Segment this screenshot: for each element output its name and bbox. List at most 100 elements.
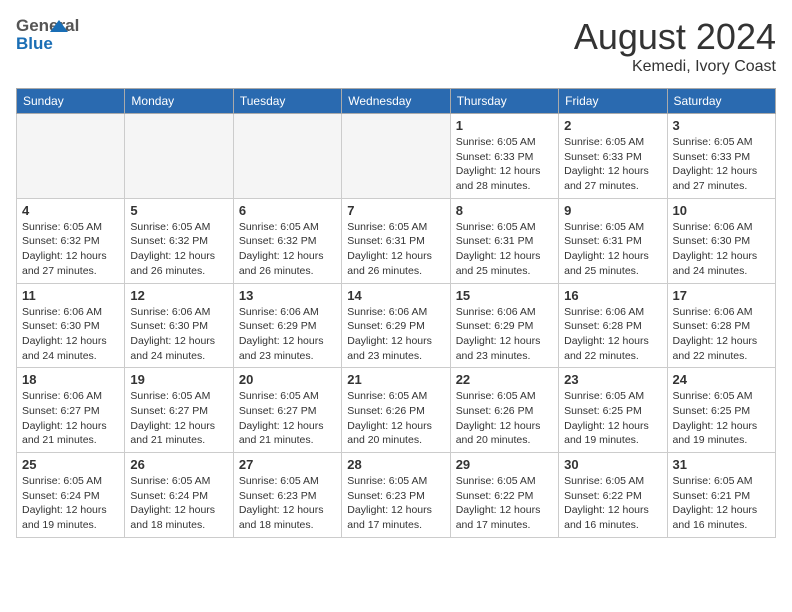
day-number: 19 <box>130 372 227 387</box>
table-row: 10 Sunrise: 6:06 AM Sunset: 6:30 PM Dayli… <box>667 198 775 283</box>
col-friday: Friday <box>559 89 667 114</box>
table-row: 24Sunrise: 6:05 AM Sunset: 6:25 PM Dayli… <box>667 368 775 453</box>
day-info: Sunrise: 6:05 AM Sunset: 6:27 PM Dayligh… <box>239 389 336 448</box>
day-info: Sunrise: 6:05 AM Sunset: 6:26 PM Dayligh… <box>347 389 444 448</box>
day-info: Sunrise: 6:06 AM Sunset: 6:28 PM Dayligh… <box>564 305 661 364</box>
location-subtitle: Kemedi, Ivory Coast <box>574 58 776 76</box>
table-row: 18 Sunrise: 6:06 AM Sunset: 6:27 PM Dayli… <box>17 368 125 453</box>
day-info: Sunrise: 6:06 AM Sunset: 6:29 PM Dayligh… <box>239 305 336 364</box>
day-number: 12 <box>130 288 227 303</box>
day-info: Sunrise: 6:05 AM Sunset: 6:31 PM Dayligh… <box>564 220 661 279</box>
table-row: 27Sunrise: 6:05 AM Sunset: 6:23 PM Dayli… <box>233 453 341 538</box>
day-info: Sunrise: 6:05 AM Sunset: 6:26 PM Dayligh… <box>456 389 553 448</box>
day-number: 16 <box>564 288 661 303</box>
day-info: Sunrise: 6:05 AM Sunset: 6:24 PM Dayligh… <box>130 474 227 533</box>
day-info: Sunrise: 6:05 AM Sunset: 6:21 PM Dayligh… <box>673 474 770 533</box>
col-thursday: Thursday <box>450 89 558 114</box>
table-row: 29 Sunrise: 6:05 AM Sunset: 6:22 PM Dayli… <box>450 453 558 538</box>
table-row <box>125 114 233 199</box>
day-number: 13 <box>239 288 336 303</box>
table-row <box>17 114 125 199</box>
day-number: 26 <box>130 457 227 472</box>
day-info: Sunrise: 6:05 AM Sunset: 6:22 PM Dayligh… <box>456 474 553 533</box>
table-row: 6 Sunrise: 6:05 AM Sunset: 6:32 PM Daylig… <box>233 198 341 283</box>
logo: General Blue <box>16 16 64 54</box>
table-row: 14 Sunrise: 6:06 AM Sunset: 6:29 PM Dayli… <box>342 283 450 368</box>
day-info: Sunrise: 6:06 AM Sunset: 6:29 PM Dayligh… <box>347 305 444 364</box>
table-row: 28Sunrise: 6:05 AM Sunset: 6:23 PM Dayli… <box>342 453 450 538</box>
day-number: 31 <box>673 457 770 472</box>
day-info: Sunrise: 6:05 AM Sunset: 6:31 PM Dayligh… <box>456 220 553 279</box>
table-row <box>342 114 450 199</box>
col-sunday: Sunday <box>17 89 125 114</box>
day-info: Sunrise: 6:05 AM Sunset: 6:33 PM Dayligh… <box>673 135 770 194</box>
table-row: 7 Sunrise: 6:05 AM Sunset: 6:31 PM Daylig… <box>342 198 450 283</box>
day-info: Sunrise: 6:06 AM Sunset: 6:30 PM Dayligh… <box>22 305 119 364</box>
table-row: 22Sunrise: 6:05 AM Sunset: 6:26 PM Dayli… <box>450 368 558 453</box>
col-saturday: Saturday <box>667 89 775 114</box>
table-row: 15 Sunrise: 6:06 AM Sunset: 6:29 PM Dayli… <box>450 283 558 368</box>
day-number: 21 <box>347 372 444 387</box>
day-number: 27 <box>239 457 336 472</box>
table-row: 19 Sunrise: 6:05 AM Sunset: 6:27 PM Dayli… <box>125 368 233 453</box>
day-number: 3 <box>673 118 770 133</box>
table-row: 17 Sunrise: 6:06 AM Sunset: 6:28 PM Dayli… <box>667 283 775 368</box>
table-row <box>233 114 341 199</box>
calendar-table: Sunday Monday Tuesday Wednesday Thursday… <box>16 88 776 538</box>
table-row: 25 Sunrise: 6:05 AM Sunset: 6:24 PM Dayli… <box>17 453 125 538</box>
day-number: 18 <box>22 372 119 387</box>
day-info: Sunrise: 6:06 AM Sunset: 6:30 PM Dayligh… <box>673 220 770 279</box>
calendar-week-row: 11 Sunrise: 6:06 AM Sunset: 6:30 PM Dayli… <box>17 283 776 368</box>
day-info: Sunrise: 6:05 AM Sunset: 6:32 PM Dayligh… <box>130 220 227 279</box>
day-info: Sunrise: 6:05 AM Sunset: 6:27 PM Dayligh… <box>130 389 227 448</box>
table-row: 20 Sunrise: 6:05 AM Sunset: 6:27 PM Dayli… <box>233 368 341 453</box>
day-number: 7 <box>347 203 444 218</box>
day-info: Sunrise: 6:05 AM Sunset: 6:32 PM Dayligh… <box>239 220 336 279</box>
table-row: 9 Sunrise: 6:05 AM Sunset: 6:31 PM Daylig… <box>559 198 667 283</box>
table-row: 30Sunrise: 6:05 AM Sunset: 6:22 PM Dayli… <box>559 453 667 538</box>
day-number: 9 <box>564 203 661 218</box>
day-number: 2 <box>564 118 661 133</box>
day-info: Sunrise: 6:05 AM Sunset: 6:31 PM Dayligh… <box>347 220 444 279</box>
table-row: 16 Sunrise: 6:06 AM Sunset: 6:28 PM Dayli… <box>559 283 667 368</box>
table-row: 21 Sunrise: 6:05 AM Sunset: 6:26 PM Dayli… <box>342 368 450 453</box>
table-row: 4 Sunrise: 6:05 AM Sunset: 6:32 PM Daylig… <box>17 198 125 283</box>
day-info: Sunrise: 6:06 AM Sunset: 6:29 PM Dayligh… <box>456 305 553 364</box>
col-monday: Monday <box>125 89 233 114</box>
day-info: Sunrise: 6:05 AM Sunset: 6:25 PM Dayligh… <box>564 389 661 448</box>
day-info: Sunrise: 6:05 AM Sunset: 6:32 PM Dayligh… <box>22 220 119 279</box>
day-number: 30 <box>564 457 661 472</box>
day-number: 14 <box>347 288 444 303</box>
table-row: 3 Sunrise: 6:05 AM Sunset: 6:33 PM Daylig… <box>667 114 775 199</box>
calendar-week-row: 4 Sunrise: 6:05 AM Sunset: 6:32 PM Daylig… <box>17 198 776 283</box>
day-info: Sunrise: 6:06 AM Sunset: 6:28 PM Dayligh… <box>673 305 770 364</box>
day-number: 25 <box>22 457 119 472</box>
table-row: 31 Sunrise: 6:05 AM Sunset: 6:21 PM Dayli… <box>667 453 775 538</box>
col-wednesday: Wednesday <box>342 89 450 114</box>
day-info: Sunrise: 6:06 AM Sunset: 6:27 PM Dayligh… <box>22 389 119 448</box>
day-info: Sunrise: 6:06 AM Sunset: 6:30 PM Dayligh… <box>130 305 227 364</box>
day-number: 17 <box>673 288 770 303</box>
table-row: 1Sunrise: 6:05 AM Sunset: 6:33 PM Daylig… <box>450 114 558 199</box>
day-info: Sunrise: 6:05 AM Sunset: 6:33 PM Dayligh… <box>564 135 661 194</box>
table-row: 11 Sunrise: 6:06 AM Sunset: 6:30 PM Dayli… <box>17 283 125 368</box>
day-number: 15 <box>456 288 553 303</box>
day-info: Sunrise: 6:05 AM Sunset: 6:23 PM Dayligh… <box>347 474 444 533</box>
calendar-week-row: 1Sunrise: 6:05 AM Sunset: 6:33 PM Daylig… <box>17 114 776 199</box>
day-number: 20 <box>239 372 336 387</box>
table-row: 8Sunrise: 6:05 AM Sunset: 6:31 PM Daylig… <box>450 198 558 283</box>
day-number: 10 <box>673 203 770 218</box>
day-number: 11 <box>22 288 119 303</box>
day-info: Sunrise: 6:05 AM Sunset: 6:25 PM Dayligh… <box>673 389 770 448</box>
calendar-header-row: Sunday Monday Tuesday Wednesday Thursday… <box>17 89 776 114</box>
day-number: 29 <box>456 457 553 472</box>
calendar-week-row: 18 Sunrise: 6:06 AM Sunset: 6:27 PM Dayli… <box>17 368 776 453</box>
col-tuesday: Tuesday <box>233 89 341 114</box>
table-row: 12 Sunrise: 6:06 AM Sunset: 6:30 PM Dayli… <box>125 283 233 368</box>
day-info: Sunrise: 6:05 AM Sunset: 6:24 PM Dayligh… <box>22 474 119 533</box>
day-number: 4 <box>22 203 119 218</box>
day-number: 5 <box>130 203 227 218</box>
day-number: 6 <box>239 203 336 218</box>
month-year-title: August 2024 <box>574 16 776 58</box>
logo-icon <box>50 18 68 36</box>
